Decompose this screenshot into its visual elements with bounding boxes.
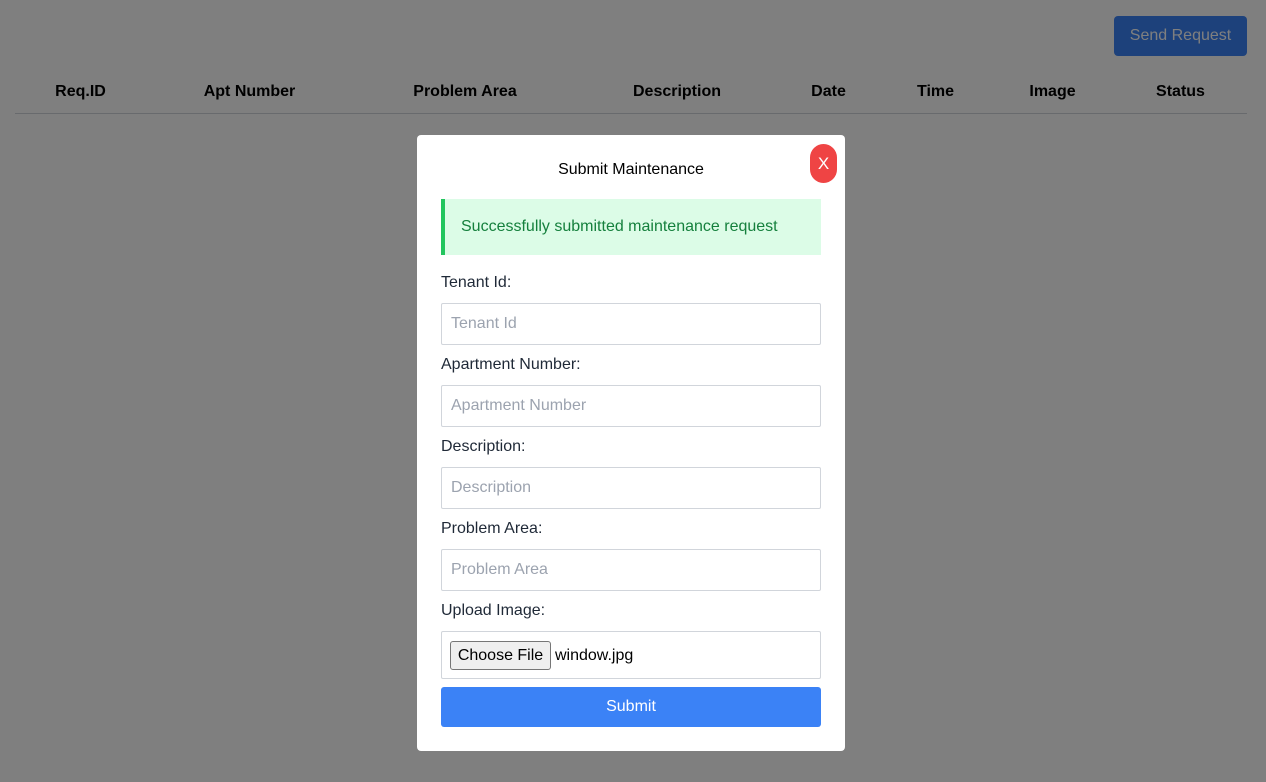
submit-button[interactable]: Submit bbox=[441, 687, 821, 727]
maintenance-page: Send Request Req.ID Apt Number Problem A… bbox=[0, 0, 1266, 782]
success-alert: Successfully submitted maintenance reque… bbox=[441, 199, 821, 255]
tenant-id-label: Tenant Id: bbox=[441, 274, 512, 291]
modal-title: Submit Maintenance bbox=[558, 161, 704, 178]
apartment-number-label: Apartment Number: bbox=[441, 356, 581, 373]
tenant-id-input[interactable] bbox=[441, 303, 821, 345]
submit-maintenance-modal: Submit Maintenance X Successfully submit… bbox=[417, 135, 845, 751]
file-upload-field[interactable]: Choose File window.jpg bbox=[441, 631, 821, 679]
apartment-number-input[interactable] bbox=[441, 385, 821, 427]
problem-area-input[interactable] bbox=[441, 549, 821, 591]
problem-area-label: Problem Area: bbox=[441, 520, 543, 537]
description-input[interactable] bbox=[441, 467, 821, 509]
upload-image-label: Upload Image: bbox=[441, 602, 546, 619]
description-label: Description: bbox=[441, 438, 526, 455]
selected-file-name: window.jpg bbox=[555, 647, 634, 664]
choose-file-button[interactable]: Choose File bbox=[450, 641, 551, 670]
close-modal-button[interactable]: X bbox=[810, 144, 837, 183]
